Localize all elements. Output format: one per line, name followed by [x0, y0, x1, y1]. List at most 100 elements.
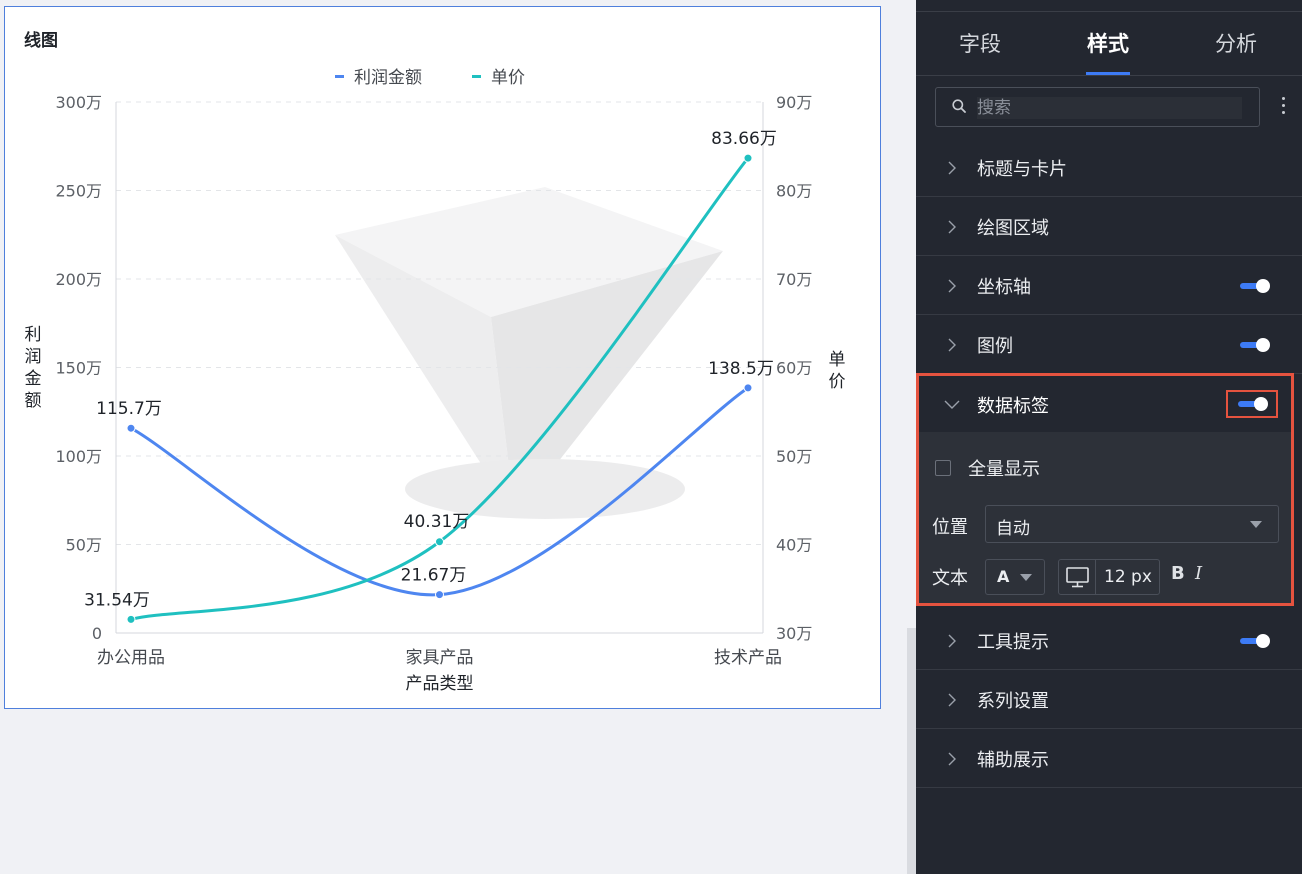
section-label: 系列设置	[977, 691, 1049, 712]
tab-fields[interactable]: 字段	[932, 12, 1028, 76]
y-left-axis-title-char: 金	[25, 369, 42, 389]
position-select[interactable]: 自动	[985, 505, 1279, 543]
data-point	[435, 537, 444, 547]
search-box[interactable]	[935, 87, 1260, 127]
text-color-select[interactable]: A	[985, 559, 1045, 595]
data-label: 21.67万	[401, 566, 467, 586]
data-point	[126, 614, 136, 624]
section-label: 绘图区域	[977, 218, 1049, 239]
section-data-labels-body: 全量显示 位置 自动 文本 A 12 px B I	[919, 432, 1291, 603]
section-label: 工具提示	[977, 632, 1049, 653]
section-label: 标题与卡片	[977, 159, 1067, 180]
chevron-right-icon	[948, 752, 956, 766]
chevron-right-icon	[948, 220, 956, 234]
y-right-axis-title-char: 价	[829, 372, 846, 392]
section-title-card[interactable]: 标题与卡片	[916, 139, 1302, 197]
y-right-tick-label: 40万	[776, 536, 812, 555]
y-left-axis-title-char: 额	[25, 391, 42, 411]
legend-item: 利润金额	[335, 68, 422, 88]
tooltip-toggle[interactable]	[1240, 634, 1270, 648]
data-label: 115.7万	[96, 399, 162, 419]
active-tab-indicator	[1086, 72, 1130, 75]
italic-button[interactable]: I	[1195, 563, 1202, 584]
line-chart: 0 50万 100万 150万 200万 250万 300万 30万 40万 50万 60万 70万 8…	[25, 68, 846, 694]
section-tooltip[interactable]: 工具提示	[916, 612, 1302, 670]
section-series-settings[interactable]: 系列设置	[916, 671, 1302, 729]
tab-style[interactable]: 样式	[1060, 12, 1156, 76]
caret-down-icon	[1250, 521, 1262, 528]
show-all-checkbox[interactable]	[935, 460, 951, 476]
data-point	[126, 423, 136, 433]
data-point	[743, 383, 753, 393]
y-left-axis-title-char: 润	[25, 347, 42, 367]
x-tick-label: 技术产品	[714, 648, 782, 668]
show-all-label: 全量显示	[968, 459, 1040, 480]
y-right-tick-label: 60万	[776, 359, 812, 378]
data-point	[743, 153, 753, 163]
y-left-tick-label: 300万	[55, 93, 102, 112]
section-plot-area[interactable]: 绘图区域	[916, 198, 1302, 256]
x-tick-label: 办公用品	[97, 648, 165, 668]
legend-swatch	[472, 75, 481, 78]
data-labels-toggle[interactable]	[1238, 397, 1268, 411]
panel-tabs: 字段 样式 分析	[916, 12, 1302, 76]
search-input[interactable]	[977, 97, 1242, 119]
data-label: 31.54万	[84, 590, 150, 610]
data-point	[435, 590, 444, 600]
y-right-tick-label: 30万	[776, 624, 812, 643]
axis-toggle[interactable]	[1240, 279, 1270, 293]
monitor-icon[interactable]	[1059, 560, 1096, 594]
caret-down-icon	[1020, 574, 1032, 581]
chevron-right-icon	[948, 161, 956, 175]
legend-swatch	[335, 75, 344, 78]
chevron-right-icon	[948, 693, 956, 707]
y-left-tick-label: 0	[92, 624, 102, 643]
x-tick-label: 家具产品	[406, 648, 474, 668]
section-label: 辅助展示	[977, 750, 1049, 771]
section-auxiliary-display[interactable]: 辅助展示	[916, 730, 1302, 788]
font-size-value: 12 px	[1104, 567, 1152, 587]
legend-label: 单价	[491, 68, 525, 88]
text-color-glyph: A	[997, 567, 1010, 586]
position-value: 自动	[996, 519, 1030, 539]
y-left-tick-label: 50万	[66, 536, 102, 555]
watermark-pyramid	[335, 187, 723, 519]
chart-title: 线图	[24, 31, 58, 51]
y-left-tick-label: 150万	[55, 359, 102, 378]
more-vertical-icon[interactable]	[1280, 93, 1286, 123]
section-legend[interactable]: 图例	[916, 316, 1302, 374]
bold-button[interactable]: B	[1171, 563, 1185, 584]
tab-analysis[interactable]: 分析	[1188, 12, 1284, 76]
y-left-axis-title-char: 利	[25, 325, 42, 345]
y-right-tick-label: 50万	[776, 447, 812, 466]
section-label: 坐标轴	[977, 277, 1031, 298]
section-label: 图例	[977, 336, 1013, 357]
scrollbar-thumb[interactable]	[907, 628, 916, 874]
section-axis[interactable]: 坐标轴	[916, 257, 1302, 315]
data-label: 40.31万	[404, 512, 470, 532]
search-icon	[952, 99, 966, 113]
y-right-tick-label: 90万	[776, 93, 812, 112]
y-left-tick-label: 250万	[55, 182, 102, 201]
position-label: 位置	[932, 517, 968, 538]
text-label: 文本	[932, 568, 968, 589]
chart-card[interactable]: 0 50万 100万 150万 200万 250万 300万 30万 40万 50万 60万 70万 8…	[4, 6, 881, 709]
section-label: 数据标签	[977, 396, 1049, 417]
y-left-tick-label: 200万	[55, 270, 102, 289]
y-right-tick-label: 70万	[776, 270, 812, 289]
data-label: 83.66万	[711, 129, 777, 149]
chevron-right-icon	[948, 634, 956, 648]
y-right-axis-title-char: 单	[829, 350, 846, 370]
chevron-right-icon	[948, 338, 956, 352]
section-data-labels: 数据标签 全量显示 位置 自动 文本 A 12 px B I	[916, 373, 1294, 606]
toggle-highlight	[1226, 390, 1278, 418]
data-label: 138.5万	[708, 359, 774, 379]
y-right-tick-label: 80万	[776, 182, 812, 201]
legend-toggle[interactable]	[1240, 338, 1270, 352]
chevron-right-icon	[948, 279, 956, 293]
x-axis-title: 产品类型	[406, 674, 474, 694]
font-size-input[interactable]: 12 px	[1058, 559, 1160, 595]
section-data-labels-header[interactable]: 数据标签	[919, 376, 1291, 432]
legend-item: 单价	[472, 68, 525, 88]
y-left-tick-label: 100万	[55, 447, 102, 466]
